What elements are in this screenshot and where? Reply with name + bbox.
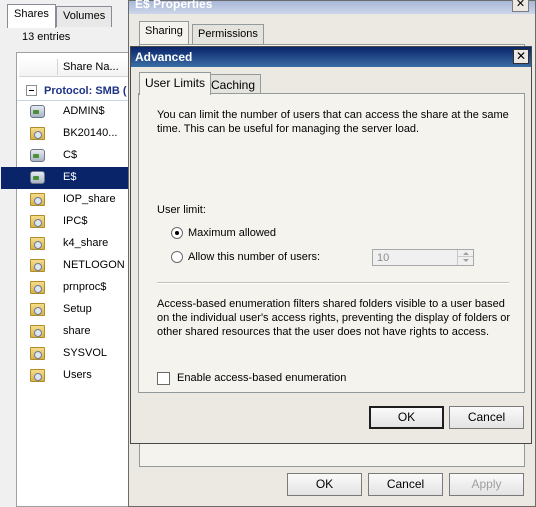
advanced-ok-button[interactable]: OK (369, 406, 444, 429)
collapse-icon[interactable] (26, 85, 37, 96)
folder-share-icon (30, 237, 45, 250)
properties-ok-button[interactable]: OK (287, 473, 362, 496)
user-limits-panel: You can limit the number of users that c… (138, 93, 525, 393)
drive-share-icon (30, 105, 45, 118)
share-row-sysvol[interactable]: SYSVOL (17, 343, 141, 365)
share-row-users[interactable]: Users (17, 365, 141, 387)
folder-share-icon (30, 281, 45, 294)
folder-share-icon (30, 325, 45, 338)
share-name: SYSVOL (63, 347, 108, 359)
share-name: prnproc$ (63, 281, 107, 293)
share-name: NETLOGON (63, 259, 125, 271)
advanced-title: Advanced (135, 50, 193, 64)
abe-description: Access-based enumeration filters shared … (157, 298, 511, 338)
share-row-netlogon[interactable]: NETLOGON (17, 255, 141, 277)
share-row-setup[interactable]: Setup (17, 299, 141, 321)
advanced-cancel-button[interactable]: Cancel (449, 406, 524, 429)
radio-allow-label: Allow this number of users: (188, 251, 321, 263)
column-header-label: Share Na... (63, 61, 119, 73)
spin-up-icon[interactable] (458, 250, 473, 257)
folder-share-icon (30, 259, 45, 272)
folder-share-icon (30, 369, 45, 382)
share-name: ADMIN$ (63, 105, 105, 117)
tab-user-limits[interactable]: User Limits (139, 72, 212, 95)
user-limit-description: You can limit the number of users that c… (157, 109, 509, 135)
properties-title-bar[interactable]: E$ Properties ✕ (129, 0, 535, 14)
folder-share-icon (30, 193, 45, 206)
properties-apply-button[interactable]: Apply (449, 473, 524, 496)
properties-cancel-button[interactable]: Cancel (368, 473, 443, 496)
advanced-dialog: Advanced ✕ User Limits Caching You can l… (130, 46, 532, 444)
protocol-group-row[interactable]: Protocol: SMB ( (17, 81, 141, 101)
column-header-share-name[interactable]: Share Na... (19, 57, 139, 77)
share-row-k4[interactable]: k4_share (17, 233, 141, 255)
user-count-spinner[interactable]: 10 (372, 249, 474, 266)
entries-count: 13 entries (22, 31, 71, 43)
folder-share-icon (30, 215, 45, 228)
drive-share-icon (30, 149, 45, 162)
share-name: Users (63, 369, 92, 381)
properties-title: E$ Properties (135, 0, 213, 11)
share-name: share (63, 325, 91, 337)
share-name: IOP_share (63, 193, 116, 205)
share-row-bk[interactable]: BK20140... (17, 123, 141, 145)
close-icon[interactable]: ✕ (513, 49, 529, 64)
tab-volumes[interactable]: Volumes (56, 6, 113, 27)
abe-checkbox[interactable] (157, 372, 170, 385)
column-separator (57, 59, 58, 75)
user-limit-label: User limit: (157, 204, 206, 216)
tab-shares[interactable]: Shares (7, 4, 56, 28)
advanced-title-bar[interactable]: Advanced ✕ (131, 47, 531, 67)
radio-unselected-icon[interactable] (171, 251, 183, 263)
spinner-arrows (457, 250, 473, 265)
share-name: IPC$ (63, 215, 88, 227)
share-row-iop[interactable]: IOP_share (17, 189, 141, 211)
folder-share-icon (30, 303, 45, 316)
share-name: C$ (63, 149, 78, 161)
share-row-prnproc[interactable]: prnproc$ (17, 277, 141, 299)
tab-sharing[interactable]: Sharing (139, 21, 189, 45)
share-name: k4_share (63, 237, 109, 249)
radio-maximum-label: Maximum allowed (188, 227, 277, 239)
drive-share-icon (30, 171, 45, 184)
share-row-admin[interactable]: ADMIN$ (17, 101, 141, 123)
share-name: Setup (63, 303, 92, 315)
tab-permissions[interactable]: Permissions (192, 24, 264, 44)
share-list[interactable]: Share Na... Protocol: SMB ( ADMIN$ BK201… (1, 52, 141, 507)
radio-selected-icon[interactable] (171, 227, 183, 239)
folder-share-icon (30, 127, 45, 140)
share-row-ipc[interactable]: IPC$ (17, 211, 141, 233)
tab-caching[interactable]: Caching (205, 74, 262, 94)
share-row-e-selected[interactable]: E$ (1, 167, 141, 189)
user-count-value: 10 (377, 252, 390, 264)
abe-checkbox-label: Enable access-based enumeration (177, 372, 347, 384)
share-name: E$ (63, 171, 77, 183)
section-divider (157, 282, 509, 284)
share-name: BK20140... (63, 127, 118, 139)
close-icon[interactable]: ✕ (512, 0, 529, 12)
spin-down-icon[interactable] (458, 257, 473, 264)
folder-share-icon (30, 347, 45, 360)
protocol-group-label: Protocol: SMB ( (44, 85, 127, 97)
share-row-c[interactable]: C$ (17, 145, 141, 167)
share-row-share[interactable]: share (17, 321, 141, 343)
